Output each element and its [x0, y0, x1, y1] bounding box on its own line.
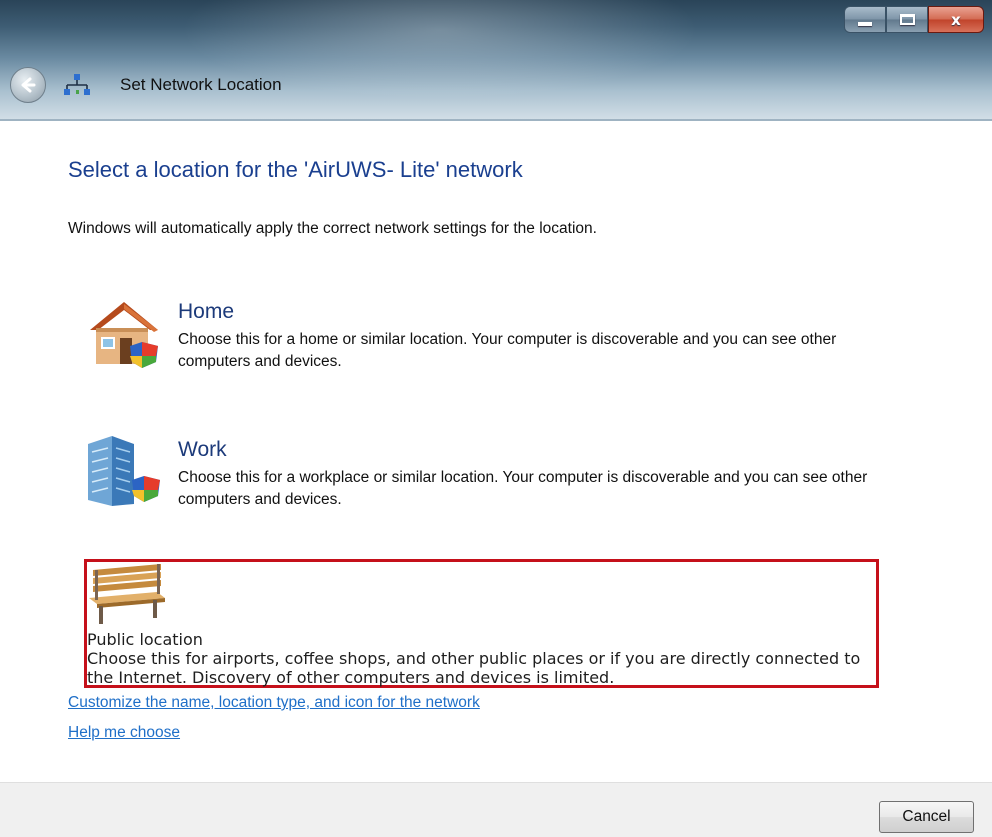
home-option-description: Choose this for a home or similar locati… [178, 331, 837, 370]
work-option-description: Choose this for a workplace or similar l… [178, 469, 868, 508]
page-heading: Select a location for the 'AirUWS- Lite'… [68, 157, 523, 182]
work-location-option[interactable]: Work Choose this for a workplace or simi… [84, 434, 876, 534]
minimize-button[interactable] [844, 6, 886, 33]
help-me-choose-link[interactable]: Help me choose [68, 724, 180, 742]
home-option-title: Home [178, 300, 235, 323]
park-bench-icon [89, 564, 165, 624]
maximize-button[interactable] [886, 6, 928, 33]
public-option-title: Public location [87, 630, 203, 649]
back-button[interactable] [10, 67, 46, 103]
home-icon [90, 302, 158, 368]
cancel-button[interactable]: Cancel [879, 801, 974, 833]
public-location-option[interactable]: Public location Choose this for airports… [84, 559, 879, 688]
back-arrow-icon [21, 77, 36, 93]
dialog-footer: Cancel [0, 782, 992, 837]
window-controls: x [844, 6, 984, 33]
close-icon: x [951, 10, 961, 29]
office-building-icon [88, 436, 160, 506]
public-option-description: Choose this for airports, coffee shops, … [87, 649, 861, 687]
home-location-option[interactable]: Home Choose this for a home or similar l… [84, 296, 876, 396]
page-description: Windows will automatically apply the cor… [68, 220, 597, 237]
customize-network-link[interactable]: Customize the name, location type, and i… [68, 694, 480, 712]
maximize-icon [899, 14, 915, 25]
minimize-icon [858, 21, 872, 26]
close-button[interactable]: x [928, 6, 984, 33]
title-bar: x Set Network Location [0, 0, 992, 121]
window-title: Set Network Location [120, 75, 282, 94]
network-icon [64, 74, 90, 95]
work-option-title: Work [178, 438, 227, 461]
